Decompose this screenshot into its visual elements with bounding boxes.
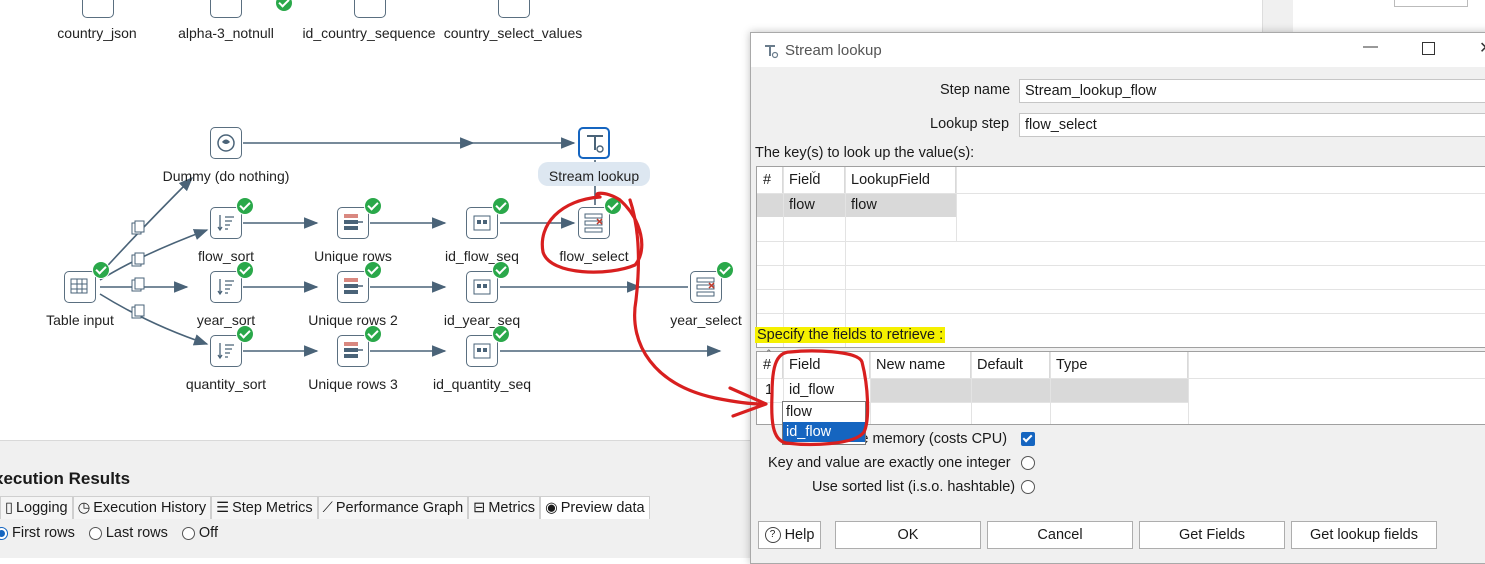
- step-label: country_select_values: [443, 25, 583, 41]
- close-icon[interactable]: ✕: [1479, 38, 1485, 58]
- success-check-icon: [236, 197, 254, 215]
- keys-label: The key(s) to look up the value(s):: [755, 145, 975, 161]
- background-pane: [1262, 0, 1293, 32]
- unique-rows-icon[interactable]: [337, 207, 369, 239]
- lookup-step-select[interactable]: flow_select: [1019, 113, 1485, 137]
- step-label: id_country_sequence: [302, 25, 436, 41]
- copy-rows-icon: [131, 304, 145, 319]
- radio-last-rows[interactable]: Last rows: [88, 525, 168, 541]
- graph-icon: ⟋: [322, 500, 333, 516]
- tab-step-metrics[interactable]: ☰ Step Metrics: [211, 496, 318, 519]
- preserve-memory-checkbox[interactable]: [1021, 432, 1035, 446]
- tab-preview-data[interactable]: ◉ Preview data: [540, 496, 650, 519]
- dialog-title: Stream lookup: [785, 42, 882, 59]
- success-check-icon: [364, 197, 382, 215]
- tab-metrics[interactable]: ⊟ Metrics: [468, 496, 541, 519]
- sorted-list-checkbox[interactable]: [1021, 480, 1035, 494]
- radio-first-rows[interactable]: First rows: [0, 525, 75, 541]
- log-icon: ▯: [5, 500, 13, 516]
- success-check-icon: [275, 0, 293, 12]
- step-label: id_year_seq: [443, 312, 521, 328]
- step-label: Unique rows 2: [308, 312, 398, 328]
- step-label: country_json: [57, 25, 137, 41]
- dummy-icon[interactable]: [210, 127, 242, 159]
- metrics-icon: ⊟: [473, 500, 486, 516]
- unique-rows-icon[interactable]: [337, 271, 369, 303]
- step-label: Unique rows: [314, 248, 392, 264]
- integer-key-checkbox[interactable]: [1021, 456, 1035, 470]
- tab-performance-graph[interactable]: ⟋ Performance Graph: [317, 496, 469, 519]
- success-check-icon: [492, 325, 510, 343]
- step-name-input[interactable]: Stream_lookup_flow: [1019, 79, 1485, 103]
- help-button[interactable]: ? Help: [758, 521, 821, 549]
- step-label: id_quantity_seq: [432, 376, 532, 392]
- json-input-icon[interactable]: [82, 0, 114, 18]
- dialog-titlebar[interactable]: Stream lookup — ✕: [751, 33, 1485, 67]
- execution-results-panel: xecution Results ▯ Logging ◷ Execution His…: [0, 440, 760, 558]
- dropdown-option-selected[interactable]: id_flow: [783, 422, 865, 442]
- stream-lookup-dialog: Stream lookup — ✕ Step name Stream_looku…: [750, 32, 1485, 564]
- dropdown-option[interactable]: flow: [783, 402, 865, 422]
- maximize-icon[interactable]: [1422, 42, 1435, 55]
- unique-rows-icon[interactable]: [337, 335, 369, 367]
- step-label: Stream lookup: [548, 168, 640, 184]
- grid-lines: [757, 352, 1485, 424]
- copy-rows-icon: [131, 252, 145, 267]
- eye-icon: ◉: [545, 500, 558, 516]
- background-input: [1394, 0, 1468, 7]
- step-label: Dummy (do nothing): [162, 168, 290, 184]
- list-icon: ☰: [216, 500, 230, 516]
- step-name-label: Step name: [940, 82, 1011, 98]
- stream-lookup-icon[interactable]: [578, 127, 610, 159]
- field-dropdown-list[interactable]: flow id_flow: [782, 401, 866, 445]
- success-check-icon: [92, 261, 110, 279]
- get-lookup-fields-button[interactable]: Get lookup fields: [1291, 521, 1437, 549]
- get-fields-button[interactable]: Get Fields: [1139, 521, 1285, 549]
- history-icon: ◷: [77, 500, 91, 516]
- success-check-icon: [364, 261, 382, 279]
- results-tabs: ▯ Logging ◷ Execution History ☰ Step Metric…: [0, 496, 650, 520]
- success-check-icon: [492, 261, 510, 279]
- filter-icon[interactable]: [210, 0, 242, 18]
- cancel-button[interactable]: Cancel: [987, 521, 1133, 549]
- hop-lines: [99, 137, 722, 357]
- radio-off[interactable]: Off: [181, 525, 218, 541]
- sorted-list-label: Use sorted list (i.s.o. hashtable): [812, 479, 1016, 495]
- retrieve-label: Specify the fields to retrieve :: [755, 327, 946, 343]
- success-check-icon: [716, 261, 734, 279]
- step-label: id_flow_seq: [445, 248, 519, 264]
- tab-execution-history[interactable]: ◷ Execution History: [72, 496, 212, 519]
- keys-table[interactable]: # Field LookupField ⌄ flow flow: [756, 165, 1485, 348]
- panel-title: xecution Results: [0, 469, 131, 488]
- minimize-icon[interactable]: —: [1363, 38, 1378, 55]
- step-label: Unique rows 3: [308, 376, 398, 392]
- integer-key-label: Key and value are exactly one integer: [768, 455, 1011, 471]
- step-label: alpha-3_notnull: [178, 25, 274, 41]
- success-check-icon: [492, 197, 510, 215]
- success-check-icon: [364, 325, 382, 343]
- lookup-step-label: Lookup step: [930, 116, 1010, 132]
- tab-logging[interactable]: ▯ Logging: [0, 496, 73, 519]
- table-input-icon[interactable]: [64, 271, 96, 303]
- step-label: Table input: [46, 312, 114, 328]
- success-check-icon: [604, 197, 622, 215]
- copy-rows-icon: [131, 277, 145, 292]
- select-values-icon[interactable]: [498, 0, 530, 18]
- preview-mode-radios: First rows Last rows Off: [0, 525, 218, 541]
- step-label: year_select: [670, 312, 742, 328]
- success-check-icon: [236, 261, 254, 279]
- step-label: quantity_sort: [185, 376, 267, 392]
- success-check-icon: [236, 325, 254, 343]
- stream-lookup-icon: [765, 45, 779, 59]
- sequence-icon[interactable]: [354, 0, 386, 18]
- help-icon: ?: [764, 527, 781, 543]
- grid-lines: [757, 167, 1485, 347]
- ok-button[interactable]: OK: [835, 521, 981, 549]
- step-label: flow_select: [559, 248, 629, 264]
- copy-rows-icon: [131, 220, 145, 235]
